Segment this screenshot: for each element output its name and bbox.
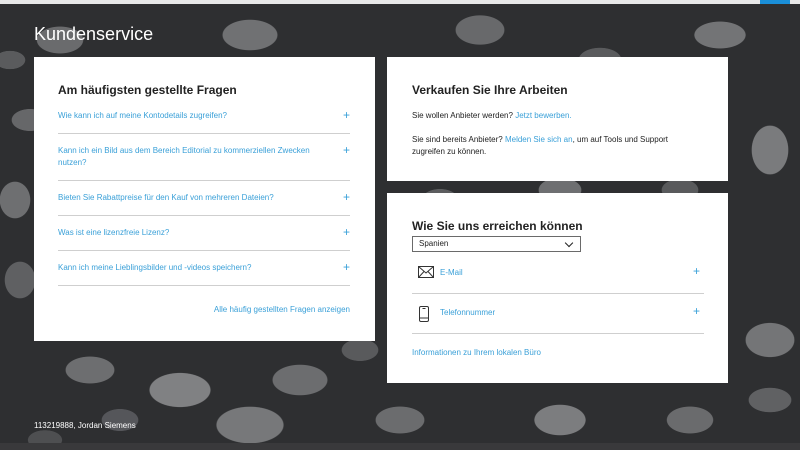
phone-label: Telefonnummer [440, 308, 496, 317]
faq-item[interactable]: Kann ich ein Bild aus dem Bereich Editor… [58, 134, 350, 181]
existing-contributor-question: Sie sind bereits Anbieter? [412, 135, 503, 144]
become-contributor-question: Sie wollen Anbieter werden? [412, 111, 513, 120]
expand-icon[interactable]: + [343, 109, 350, 121]
existing-contributor-text: Sie sind bereits Anbieter? Melden Sie si… [412, 134, 702, 158]
sell-card: Verkaufen Sie Ihre Arbeiten Sie wollen A… [387, 57, 728, 181]
faq-question: Kann ich ein Bild aus dem Bereich Editor… [58, 146, 310, 167]
envelope-icon [418, 265, 434, 283]
email-contact-row[interactable]: E-Mail + [412, 254, 704, 294]
top-bar [0, 0, 800, 4]
top-bar-button[interactable] [760, 0, 790, 4]
show-all-faq-link[interactable]: Alle häufig gestellten Fragen anzeigen [214, 305, 350, 314]
country-select[interactable]: Spanien [412, 236, 581, 252]
faq-card: Am häufigsten gestellte Fragen Wie kann … [34, 57, 375, 341]
image-credit: 113219888, Jordan Siemens [34, 421, 136, 430]
contact-heading: Wie Sie uns erreichen können [412, 219, 583, 233]
email-label: E-Mail [440, 268, 463, 277]
expand-icon[interactable]: + [343, 144, 350, 156]
apply-now-link[interactable]: Jetzt bewerben. [515, 111, 571, 120]
expand-icon[interactable]: + [343, 226, 350, 238]
expand-icon[interactable]: + [693, 264, 700, 278]
faq-item[interactable]: Was ist eine lizenzfreie Lizenz? + [58, 216, 350, 251]
phone-icon [419, 306, 429, 327]
bottom-bar [0, 443, 800, 450]
contact-card: Wie Sie uns erreichen können Spanien E-M… [387, 193, 728, 383]
faq-item[interactable]: Kann ich meine Lieblingsbilder und -vide… [58, 251, 350, 286]
sell-heading: Verkaufen Sie Ihre Arbeiten [412, 83, 568, 97]
faq-list: Wie kann ich auf meine Kontodetails zugr… [58, 104, 350, 286]
faq-item[interactable]: Wie kann ich auf meine Kontodetails zugr… [58, 104, 350, 134]
faq-question: Bieten Sie Rabattpreise für den Kauf von… [58, 193, 274, 202]
expand-icon[interactable]: + [343, 191, 350, 203]
faq-question: Was ist eine lizenzfreie Lizenz? [58, 228, 170, 237]
faq-question: Wie kann ich auf meine Kontodetails zugr… [58, 111, 227, 120]
sign-in-link[interactable]: Melden Sie sich an [505, 135, 573, 144]
local-office-link[interactable]: Informationen zu Ihrem lokalen Büro [412, 348, 541, 357]
expand-icon[interactable]: + [693, 304, 700, 318]
page-title: Kundenservice [34, 24, 154, 44]
country-selected-value: Spanien [419, 239, 449, 248]
chevron-down-icon [564, 238, 574, 248]
faq-item[interactable]: Bieten Sie Rabattpreise für den Kauf von… [58, 181, 350, 216]
faq-heading: Am häufigsten gestellte Fragen [58, 83, 237, 97]
phone-contact-row[interactable]: Telefonnummer + [412, 294, 704, 334]
become-contributor-text: Sie wollen Anbieter werden? Jetzt bewerb… [412, 110, 702, 122]
faq-question: Kann ich meine Lieblingsbilder und -vide… [58, 263, 252, 272]
expand-icon[interactable]: + [343, 261, 350, 273]
